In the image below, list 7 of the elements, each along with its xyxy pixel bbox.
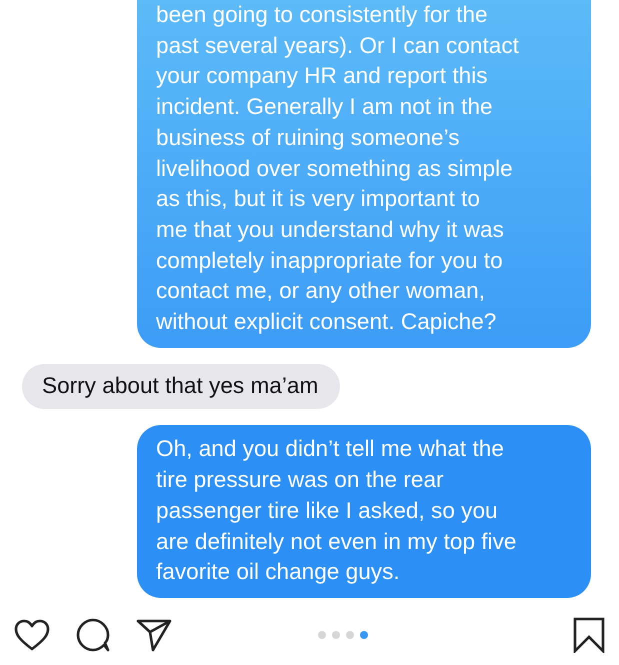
message-bubble: Sorry about that yes ma’am — [22, 364, 340, 410]
heart-icon[interactable] — [14, 618, 50, 650]
message-bubble: Oh, and you didn’t tell me what the tire pressure was on the rear passenger tire like I asked, so you are definitely not even in my top five favorite oil change guys. — [137, 425, 591, 598]
message-bubble: been going to consistently for the past several years). Or I can contact your company HR and report this incident. Generally I am not in the business of ruining someone’s livelihood over something as simple as this, but it is very important to me that you understand why it was completely inappropriate for you to contact me, or any other woman, without explicit consent. Capiche? — [137, 0, 591, 348]
comment-icon[interactable] — [76, 618, 110, 652]
bookmark-icon[interactable] — [573, 616, 605, 652]
send-icon[interactable] — [136, 618, 172, 652]
